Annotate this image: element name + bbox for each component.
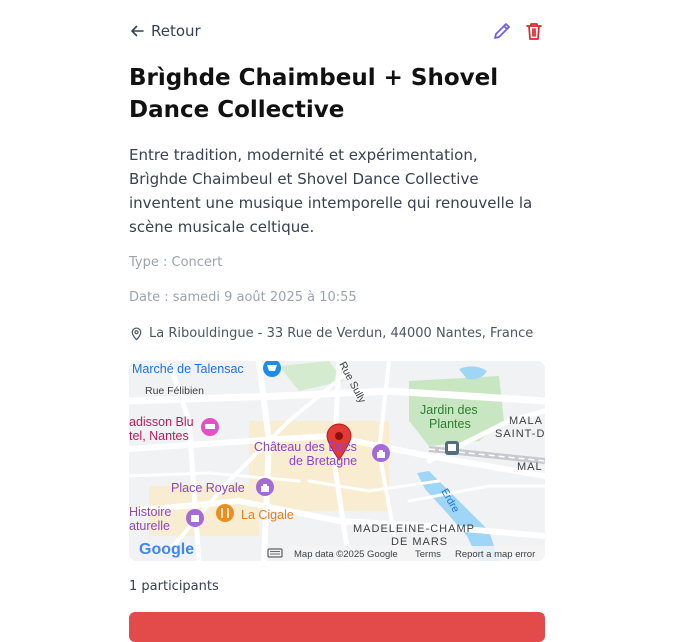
map-label-chateau-2: de Bretagne [289,454,357,468]
poi-station-icon[interactable] [445,441,459,455]
event-title: Brìghde Chaimbeul + Shovel Dance Collect… [129,65,499,123]
poi-la-cigale-icon[interactable] [216,504,234,522]
location-text: La Ribouldingue - 33 Rue de Verdun, 4400… [149,326,534,341]
event-type: Type : Concert [129,255,223,270]
participate-button[interactable] [129,612,545,642]
poi-radisson-icon[interactable] [201,418,219,436]
map-label-marche: Marché de Talensac [132,362,244,376]
map-data-credit: Map data ©2025 Google [294,549,398,560]
event-description: Entre tradition, modernité et expériment… [129,146,533,236]
map-label-mala: MALA [509,415,543,427]
map-label-place-royale: Place Royale [171,481,245,495]
google-logo: Google [139,541,194,558]
map-label-histoire-2: aturelle [129,519,170,533]
pencil-icon[interactable] [491,20,513,42]
map-label-la-cigale: La Cigale [241,508,294,522]
back-label: Retour [151,22,201,40]
arrow-left-icon [131,25,144,37]
map-label-rue-felibien: Rue Félibien [145,385,204,397]
participants-count: 1 participants [129,579,219,594]
map-canvas[interactable]: Marché de Talensac Rue Félibien Rue Sull… [129,361,545,561]
map-label-jardin-1: Jardin des [420,403,478,417]
poi-chateau-icon[interactable] [372,444,390,462]
map-label-radisson-1: adisson Blu [129,415,194,429]
map-report-link[interactable]: Report a map error [455,549,535,560]
event-date: Date : samedi 9 août 2025 à 10:55 [129,290,357,305]
back-link[interactable]: Retour [129,22,201,40]
event-actions [491,20,545,42]
map-label-madeleine: MADELEINE-CHAMP [353,523,475,535]
location-map[interactable]: Marché de Talensac Rue Félibien Rue Sull… [129,361,545,561]
poi-place-royale-icon[interactable] [256,478,274,496]
map-label-chateau-1: Château des Ducs [254,440,357,454]
top-bar: Retour [129,22,545,44]
map-label-radisson-2: tel, Nantes [129,429,189,443]
trash-icon[interactable] [523,20,545,42]
map-label-saint-d: SAINT-D [495,428,545,440]
event-location: La Ribouldingue - 33 Rue de Verdun, 4400… [129,326,533,341]
map-label-mal: MAL [517,461,543,473]
map-label-jardin-2: Plantes [429,417,471,431]
poi-histoire-icon[interactable] [186,509,204,527]
map-terms-link[interactable]: Terms [415,549,441,560]
map-label-histoire-1: Histoire [129,505,171,519]
location-pin-icon [131,327,142,341]
